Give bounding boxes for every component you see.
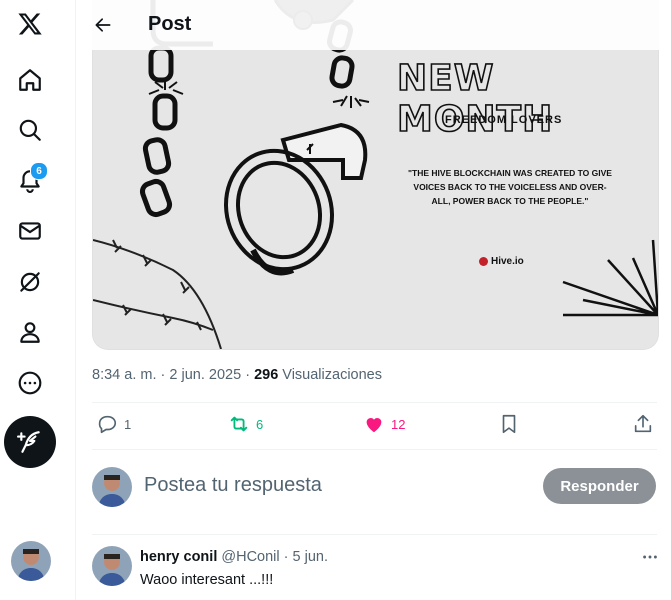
image-brand-label: Hive.io [491,256,524,267]
search-icon[interactable] [8,108,52,152]
meta-separator: · [245,367,251,383]
comment-date[interactable]: 5 jun. [293,549,328,565]
views-count: 296 [254,367,279,383]
back-button[interactable] [88,10,118,40]
heart-filled-icon [366,418,382,433]
compose-post-button[interactable] [4,416,56,468]
reply-composer: Responder [92,449,657,521]
repost-icon [230,416,248,432]
comment-more-button[interactable] [640,547,660,567]
like-count: 12 [391,416,406,432]
bookmark-icon [502,414,516,434]
views-label: Visualizaciones [282,367,382,383]
page-title: Post [148,13,192,35]
ellipsis-icon [643,555,657,559]
comment-separator: · [283,549,289,565]
account-avatar[interactable] [11,541,51,581]
sidebar: 6 [0,0,76,600]
comment-text: Waoo interesant ...!!! [140,572,274,588]
notifications-badge: 6 [30,162,48,180]
meta-separator: · [160,367,166,383]
commenter-handle[interactable]: @HConil [221,549,279,565]
comment-header: henry conil @HConil · 5 jun. [140,549,328,565]
profile-icon[interactable] [8,310,52,354]
image-brand: Hive.io [479,256,524,267]
arrow-left-icon [95,18,111,32]
more-options-icon[interactable] [8,361,52,405]
commenter-name[interactable]: henry conil [140,549,217,565]
composer-avatar [92,467,132,507]
post-date[interactable]: 2 jun. 2025 [169,367,241,383]
image-subtitle: FREEDOM LOVERS [445,114,563,126]
reply-bubble-icon [98,415,117,434]
bookmark-action[interactable] [498,413,520,435]
like-action[interactable]: 12 [363,413,405,435]
repost-count: 6 [256,416,264,432]
post-meta: 8:34 a. m. · 2 jun. 2025 · 296 Visualiza… [92,367,382,383]
reply-count: 1 [124,416,132,432]
reply-input[interactable] [142,473,476,498]
home-icon[interactable] [8,58,52,102]
feather-plus-icon [17,431,40,453]
commenter-avatar[interactable] [92,546,132,586]
post-time[interactable]: 8:34 a. m. [92,367,156,383]
grok-icon[interactable] [8,260,52,304]
reply-action[interactable]: 1 [96,413,131,435]
post-image[interactable]: NEW MONTH FREEDOM LOVERS "THE HIVE BLOCK… [92,0,659,350]
share-action[interactable] [632,413,654,435]
repost-action[interactable]: 6 [228,413,263,435]
reply-post[interactable]: henry conil @HConil · 5 jun. Waoo intere… [92,535,657,600]
post-detail-column: NEW MONTH FREEDOM LOVERS "THE HIVE BLOCK… [76,0,671,600]
hive-logo-icon [479,257,488,266]
messages-envelope-icon[interactable] [8,209,52,253]
image-headline: NEW MONTH [396,57,554,141]
reply-submit-button[interactable]: Responder [543,468,656,504]
top-header: Post [76,0,671,50]
x-logo-icon[interactable] [8,2,52,46]
share-upload-icon [634,414,652,433]
notifications-bell-icon[interactable]: 6 [8,158,52,202]
image-quote: "THE HIVE BLOCKCHAIN WAS CREATED TO GIVE… [408,168,612,206]
post-actions-bar: 1 6 12 [92,403,657,449]
